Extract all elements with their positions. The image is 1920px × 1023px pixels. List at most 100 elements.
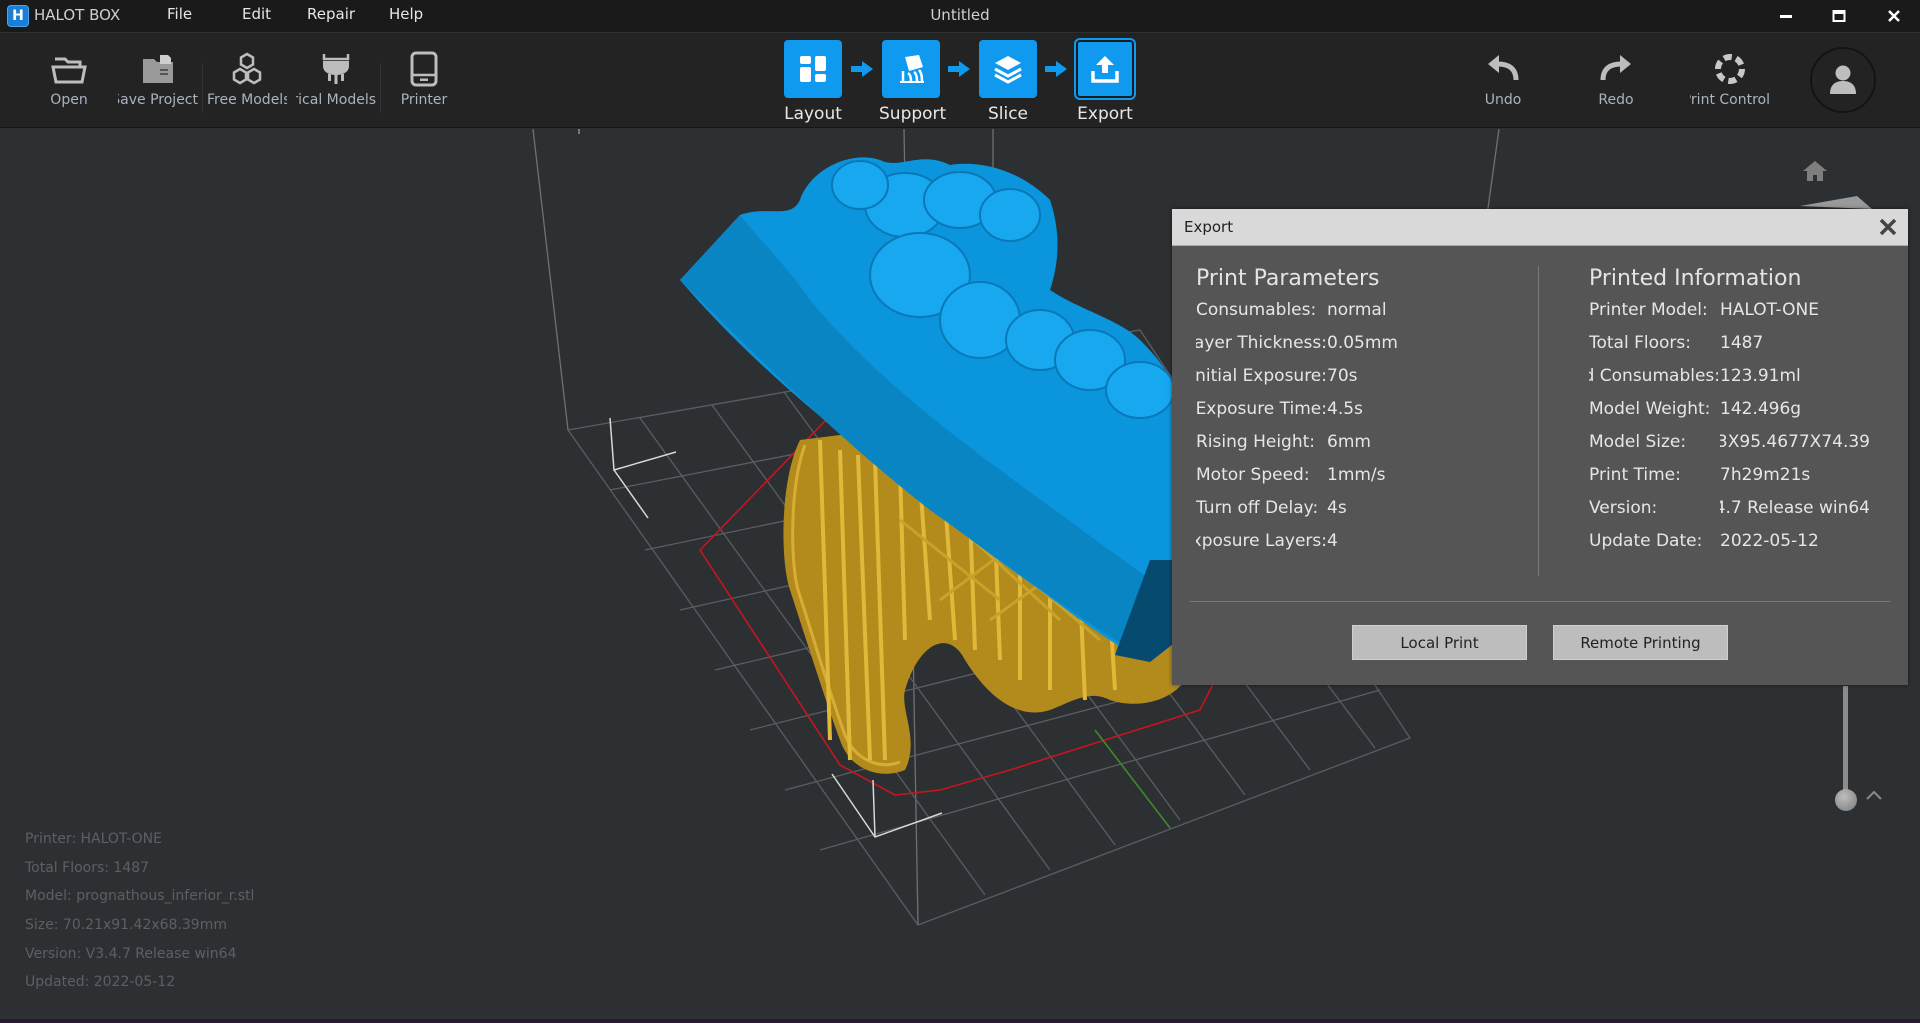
param-label-text: Initial Exposure:	[1196, 366, 1327, 386]
free-models-icon	[232, 52, 262, 85]
export-dialog: Export Print Parameters Consumables: norm…	[1172, 209, 1908, 685]
info-updated: Updated: 2022-05-12	[25, 974, 176, 990]
info-model: Model: prognathous_inferior_r.stl	[25, 888, 255, 904]
remote-printing-button[interactable]: Remote Printing	[1553, 625, 1728, 660]
save-project-label: Save Project	[118, 92, 198, 108]
param-label: Rising Height:	[1196, 432, 1327, 465]
printed-information-section: Printed Information Printer Model: HALOT-…	[1589, 266, 1870, 564]
param-label: Estimated Consumables:	[1589, 366, 1720, 399]
param-value: 4s	[1327, 498, 1347, 518]
param-row: Model Weight: 142.496g	[1589, 399, 1870, 432]
maximize-icon	[1832, 10, 1846, 22]
step-export-label: Export	[1077, 104, 1133, 124]
param-row: Total Floors: 1487	[1589, 333, 1870, 366]
param-row: Printer Model: HALOT-ONE	[1589, 300, 1870, 333]
free-models-button[interactable]: Free Models	[207, 51, 287, 108]
param-row: Model Size: 543X95.4677X74.39	[1589, 432, 1870, 465]
param-label-text: Exposure Time:	[1196, 399, 1327, 419]
layer-slider-track[interactable]	[1843, 686, 1848, 798]
historical-models-label: Historical Models	[296, 92, 376, 108]
param-value: 123.91ml	[1720, 366, 1801, 386]
param-label: Model Weight:	[1589, 399, 1720, 432]
param-row: Consumables: normal	[1196, 300, 1447, 333]
param-label: Printer Model:	[1589, 300, 1720, 333]
close-icon	[1888, 10, 1900, 22]
historical-models-icon	[322, 54, 350, 84]
param-value: 543X95.4677X74.39	[1720, 432, 1870, 452]
printed-information-heading: Printed Information	[1589, 266, 1802, 291]
menu-edit[interactable]: Edit	[242, 5, 271, 23]
minimize-button[interactable]	[1761, 0, 1811, 32]
step-slice[interactable]: Slice	[976, 40, 1040, 124]
param-value: 4	[1327, 531, 1338, 551]
free-models-label: Free Models	[207, 92, 287, 108]
undo-button[interactable]: Undo	[1463, 51, 1543, 108]
param-value: 142.496g	[1720, 399, 1802, 419]
step-arrow-icon	[1045, 61, 1067, 77]
taskbar-edge	[0, 1019, 1920, 1023]
step-layout[interactable]: Layout	[781, 40, 845, 124]
historical-models-button[interactable]: Historical Models	[296, 51, 376, 108]
param-label: Model Size:	[1589, 432, 1720, 465]
param-row: Print Time: 7h29m21s	[1589, 465, 1870, 498]
param-value: HALOT-ONE	[1720, 300, 1819, 320]
param-label-text: Model Size:	[1589, 432, 1687, 452]
param-label: Print Time:	[1589, 465, 1720, 498]
param-label-text: Printer Model:	[1589, 300, 1708, 320]
printer-button[interactable]: Printer	[384, 51, 464, 108]
param-row: Update Date: 2022-05-12	[1589, 531, 1870, 564]
redo-button[interactable]: Redo	[1576, 51, 1656, 108]
open-button[interactable]: Open	[29, 51, 109, 108]
undo-icon	[1488, 55, 1519, 81]
dialog-close-icon[interactable]	[1876, 215, 1900, 239]
step-export[interactable]: Export	[1073, 38, 1137, 124]
printer-tablet-icon	[410, 51, 438, 87]
param-row: Version: V3.4.7 Release win64	[1589, 498, 1870, 531]
user-account-button[interactable]	[1810, 47, 1876, 113]
param-value: normal	[1327, 300, 1387, 320]
param-label-text: Estimated Consumables:	[1589, 366, 1720, 386]
dialog-vertical-divider	[1538, 266, 1539, 576]
param-label-text: Model Weight:	[1589, 399, 1711, 419]
step-arrow-icon	[948, 61, 970, 77]
step-layout-label: Layout	[784, 104, 842, 124]
layout-icon	[800, 56, 826, 82]
param-row: Exposure Time: 4.5s	[1196, 399, 1447, 432]
export-upload-icon	[1091, 56, 1119, 83]
home-view-icon[interactable]	[1802, 160, 1828, 182]
param-value: 0.05mm	[1327, 333, 1398, 353]
slice-layers-icon	[994, 56, 1022, 84]
menu-repair[interactable]: Repair	[307, 5, 355, 23]
menu-help[interactable]: Help	[389, 5, 423, 23]
local-print-button[interactable]: Local Print	[1352, 625, 1527, 660]
dialog-title: Export	[1184, 218, 1234, 236]
param-label: Total Floors:	[1589, 333, 1720, 366]
param-label-text: Total Floors:	[1589, 333, 1691, 353]
layer-slider-handle[interactable]	[1835, 789, 1857, 811]
param-label-text: Motor Speed:	[1196, 465, 1310, 485]
dialog-title-bar[interactable]: Export	[1172, 209, 1908, 246]
print-parameters-heading: Print Parameters	[1196, 266, 1380, 291]
view-cube[interactable]	[1800, 196, 1872, 209]
app-logo-icon: H	[7, 5, 29, 27]
save-project-button[interactable]: Save Project	[118, 51, 198, 108]
redo-icon	[1600, 55, 1631, 81]
title-bar: H HALOT BOX File Edit Repair Help Untitl…	[0, 0, 1920, 32]
print-control-button[interactable]: Print Control	[1690, 51, 1770, 108]
step-support[interactable]: Support	[879, 40, 947, 124]
print-control-icon	[1715, 54, 1745, 84]
save-project-icon	[143, 55, 173, 83]
maximize-button[interactable]	[1814, 0, 1864, 32]
param-label-text: Rising Height:	[1196, 432, 1316, 452]
menu-file[interactable]: File	[167, 5, 192, 23]
param-label: Bottom Exposure Layers:	[1196, 531, 1327, 564]
param-row: Turn off Delay: 4s	[1196, 498, 1447, 531]
param-label: Version:	[1589, 498, 1720, 531]
param-label-text: Consumables:	[1196, 300, 1317, 320]
close-window-button[interactable]	[1869, 0, 1919, 32]
chevron-up-icon[interactable]	[1866, 790, 1882, 800]
step-support-label: Support	[879, 104, 947, 124]
minimize-icon	[1780, 15, 1792, 18]
param-value: 1mm/s	[1327, 465, 1386, 485]
param-label: Update Date:	[1589, 531, 1720, 564]
